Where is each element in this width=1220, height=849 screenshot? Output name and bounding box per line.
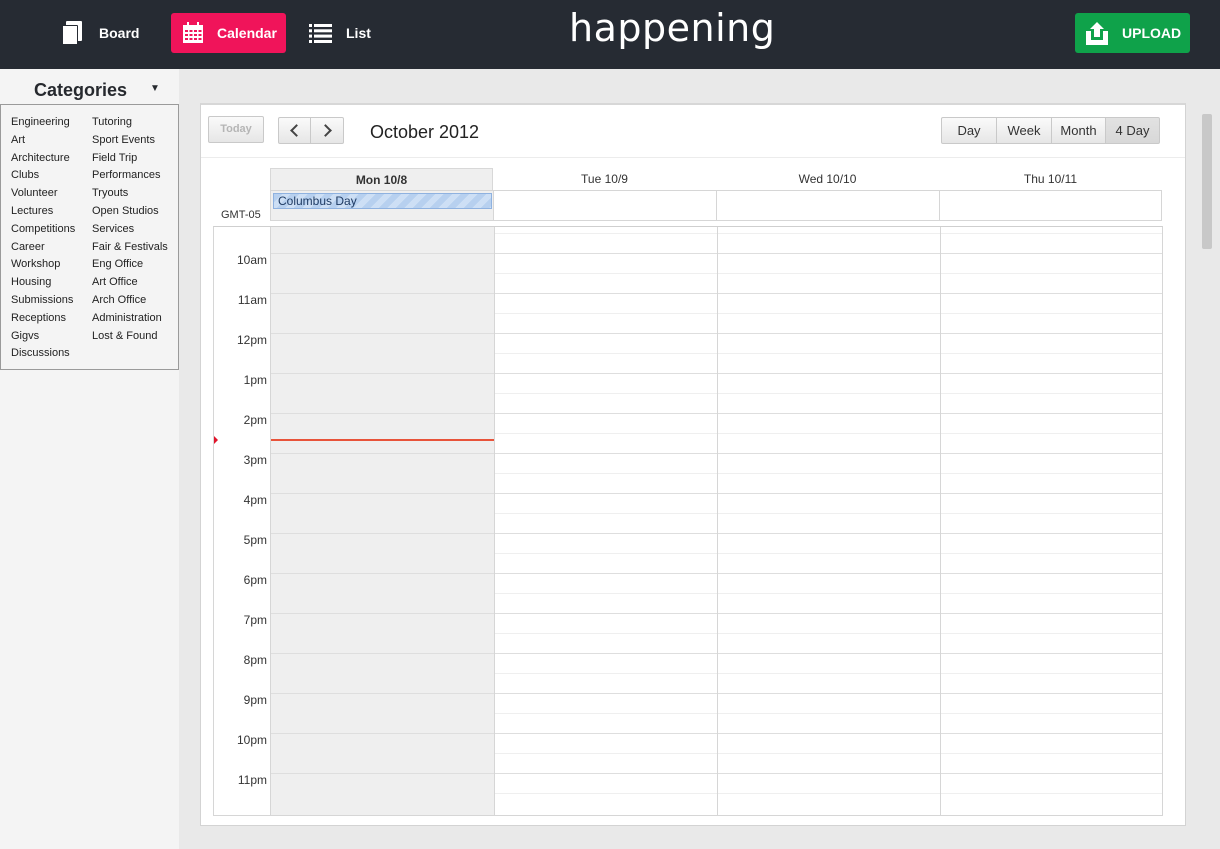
- all-day-event[interactable]: Columbus Day: [273, 193, 492, 209]
- grid-body[interactable]: [271, 227, 1162, 815]
- logo[interactable]: happening: [569, 6, 775, 50]
- nav-calendar[interactable]: Calendar: [171, 13, 286, 53]
- categories-column-2: Tutoring Sport Events Field Trip Performanc…: [92, 114, 168, 345]
- prev-button[interactable]: [278, 117, 311, 144]
- nav-list[interactable]: List: [309, 13, 371, 53]
- chevron-left-icon: [290, 124, 303, 137]
- day-header-thu[interactable]: Thu 10/11: [939, 168, 1162, 190]
- all-day-row: Columbus Day: [270, 190, 1162, 221]
- categories-sidebar: Categories ▼ Engineering Art Architecture C…: [0, 69, 179, 849]
- categories-toggle[interactable]: Categories ▼: [0, 80, 179, 100]
- calendar-icon: [183, 22, 203, 43]
- category-item[interactable]: Submissions: [11, 292, 75, 310]
- category-item[interactable]: Eng Office: [92, 256, 168, 274]
- upload-label: UPLOAD: [1122, 25, 1182, 41]
- gutter-divider: [270, 227, 271, 815]
- next-button[interactable]: [311, 117, 344, 144]
- hour-label: 10am: [236, 253, 267, 267]
- top-bar: Board Calendar List happening UPLOAD: [0, 0, 1220, 69]
- category-item[interactable]: Field Trip: [92, 150, 168, 168]
- category-item[interactable]: Lost & Found: [92, 328, 168, 346]
- hour-label: 9pm: [243, 693, 267, 707]
- view-day-button[interactable]: Day: [941, 117, 997, 144]
- hour-label: 12pm: [236, 333, 267, 347]
- nav-board[interactable]: Board: [62, 13, 139, 53]
- time-grid[interactable]: 10am 11am 12pm 1pm 2pm 3pm 4pm 5pm 6pm 7pm 8pm 9pm 1…: [213, 226, 1163, 816]
- calendar-title: October 2012: [370, 122, 480, 142]
- dropdown-arrow-icon[interactable]: ▼: [150, 83, 160, 94]
- category-item[interactable]: Art Office: [92, 274, 168, 292]
- hour-label: 10pm: [236, 733, 267, 747]
- day-column-divider: [940, 227, 941, 815]
- category-item[interactable]: Housing: [11, 274, 75, 292]
- hour-label: 7pm: [243, 613, 267, 627]
- hour-label: 6pm: [243, 573, 267, 587]
- all-day-cell[interactable]: [494, 191, 717, 220]
- categories-title: Categories: [34, 80, 128, 100]
- category-item[interactable]: Clubs: [11, 167, 75, 185]
- categories-list: Engineering Art Architecture Clubs Volunteer…: [0, 104, 179, 370]
- all-day-cell[interactable]: [717, 191, 940, 220]
- category-item[interactable]: Lectures: [11, 203, 75, 221]
- category-item[interactable]: Fair & Festivals: [92, 239, 168, 257]
- all-day-cell[interactable]: Columbus Day: [271, 191, 494, 220]
- hour-label: 1pm: [243, 373, 267, 387]
- all-day-cell[interactable]: [940, 191, 1163, 220]
- current-time-line: [271, 439, 494, 441]
- hour-label: 4pm: [243, 493, 267, 507]
- category-item[interactable]: Workshop: [11, 256, 75, 274]
- category-item[interactable]: Competitions: [11, 221, 75, 239]
- category-item[interactable]: Performances: [92, 167, 168, 185]
- category-item[interactable]: Gigvs: [11, 328, 75, 346]
- categories-column-1: Engineering Art Architecture Clubs Volunteer…: [11, 114, 75, 363]
- category-item[interactable]: Engineering: [11, 114, 75, 132]
- hour-label: 11am: [237, 293, 267, 307]
- day-column-divider: [494, 227, 495, 815]
- board-icon: [62, 20, 83, 46]
- current-time-marker-icon: [214, 436, 218, 444]
- calendar-panel: Today October 2012 Day Week Month 4 Day …: [200, 103, 1186, 826]
- toolbar-divider: [201, 157, 1185, 158]
- scrollbar-thumb[interactable]: [1202, 114, 1212, 249]
- category-item[interactable]: Volunteer: [11, 185, 75, 203]
- category-item[interactable]: Discussions: [11, 345, 75, 363]
- hour-label: 3pm: [243, 453, 267, 467]
- nav-calendar-label: Calendar: [217, 25, 277, 41]
- day-headers: Mon 10/8 Tue 10/9 Wed 10/10 Thu 10/11: [270, 168, 1162, 190]
- category-item[interactable]: Tryouts: [92, 185, 168, 203]
- category-item[interactable]: Administration: [92, 310, 168, 328]
- category-item[interactable]: Receptions: [11, 310, 75, 328]
- today-column[interactable]: [271, 227, 494, 815]
- category-item[interactable]: Arch Office: [92, 292, 168, 310]
- day-header-wed[interactable]: Wed 10/10: [716, 168, 939, 190]
- view-week-button[interactable]: Week: [996, 117, 1052, 144]
- category-item[interactable]: Services: [92, 221, 168, 239]
- category-item[interactable]: Tutoring: [92, 114, 168, 132]
- category-item[interactable]: Art: [11, 132, 75, 150]
- day-header-mon[interactable]: Mon 10/8: [270, 168, 493, 190]
- calendar-toolbar: Today October 2012 Day Week Month 4 Day: [201, 105, 1185, 158]
- today-button[interactable]: Today: [208, 116, 264, 143]
- day-header-tue[interactable]: Tue 10/9: [493, 168, 716, 190]
- list-icon: [309, 23, 332, 43]
- hour-label: 11pm: [237, 773, 267, 787]
- chevron-right-icon: [319, 124, 332, 137]
- category-item[interactable]: Open Studios: [92, 203, 168, 221]
- hour-label: 8pm: [243, 653, 267, 667]
- timezone-label: GMT-05: [221, 209, 261, 221]
- nav-board-label: Board: [99, 25, 140, 41]
- hour-label: 5pm: [243, 533, 267, 547]
- hour-label: 2pm: [243, 413, 267, 427]
- nav-list-label: List: [346, 25, 371, 41]
- upload-button[interactable]: UPLOAD: [1075, 13, 1190, 53]
- upload-icon: [1086, 22, 1108, 45]
- view-4day-button[interactable]: 4 Day: [1105, 117, 1160, 144]
- category-item[interactable]: Career: [11, 239, 75, 257]
- view-month-button[interactable]: Month: [1051, 117, 1106, 144]
- category-item[interactable]: Architecture: [11, 150, 75, 168]
- day-column-divider: [717, 227, 718, 815]
- category-item[interactable]: Sport Events: [92, 132, 168, 150]
